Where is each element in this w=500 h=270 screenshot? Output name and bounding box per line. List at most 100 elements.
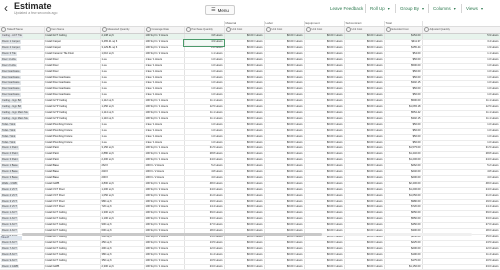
takeoff-name-chip: Ceiling - Gyp Bd — [1, 105, 22, 109]
table-row[interactable]: Room 1 GWB Install GWB 2,300 sq ft 100 Sq F… — [0, 264, 500, 270]
takeoff-name-chip: Toilet / Sink — [1, 122, 17, 127]
takeoff-name-chip: Room 2 Carpet — [1, 46, 21, 50]
takeoff-name-chip: Toilet / Sink — [1, 134, 17, 139]
takeoff-name-chip: Room 6 ACT — [1, 240, 18, 245]
column-type-icon — [345, 27, 351, 32]
column-header[interactable]: Item Name — [44, 26, 101, 35]
takeoff-name-chip: Room 3 ACT — [1, 223, 18, 227]
table-cell[interactable]: 23.0 Hours — [184, 264, 225, 270]
bottom-tab[interactable]: Takeoff — [0, 236, 22, 240]
takeoff-name-chip: Room 2 VCT — [1, 193, 18, 198]
table-cell[interactable]: $0.00 / Hours — [224, 264, 265, 270]
column-header[interactable]: Unit Cost — [264, 26, 305, 35]
column-header-label: Unit Cost — [311, 28, 323, 32]
leave-feedback-label: Leave Feedback — [330, 6, 364, 11]
takeoff-name-chip: Door Hardware — [1, 75, 21, 80]
takeoff-name-chip: Room 2 Paint — [1, 152, 19, 156]
takeoff-name-chip: Ceiling - Gyp Main Stu — [1, 116, 29, 121]
column-type-icon — [185, 27, 191, 32]
column-header[interactable]: Unit Cost — [224, 26, 265, 35]
takeoff-name-chip: Door Hardware — [1, 87, 21, 91]
columns-dropdown[interactable]: Columns ▾ — [428, 4, 460, 13]
column-header[interactable]: Measured Quantity — [100, 26, 145, 35]
views-dropdown[interactable]: Views ▾ — [461, 4, 487, 13]
table-cell[interactable]: 100 Sq Ft / 1 Hours — [144, 264, 185, 270]
takeoff-name-chip: Room 3 Paint — [1, 158, 19, 162]
column-type-icon — [423, 27, 429, 32]
takeoff-name-chip: Room 4 VCT — [1, 205, 18, 210]
column-type-icon — [145, 27, 151, 32]
chevron-left-icon[interactable]: ‹ — [4, 2, 8, 14]
table-cell[interactable]: $0.00 / Hours — [264, 264, 305, 270]
column-header-label: Coverage Rate — [151, 28, 169, 32]
takeoff-name-chip: Room 1 VCT — [1, 187, 18, 192]
table-cell[interactable]: Room 1 GWB — [0, 264, 45, 270]
takeoff-name-chip: Room 3 Base — [1, 175, 19, 180]
chevron-down-icon: ▾ — [480, 6, 483, 11]
takeoff-name-chip: Door Hardware — [1, 81, 21, 86]
column-type-icon — [385, 27, 391, 32]
column-header[interactable]: Adjusted Quantity — [422, 26, 500, 35]
menu-button[interactable]: ☰ Menu — [205, 5, 235, 15]
takeoff-name-chip: Room 1 Base — [1, 164, 19, 168]
menu-button-label: Menu — [217, 7, 229, 13]
column-type-icon — [1, 27, 6, 32]
top-bar: ‹ Estimate Updated a few seconds ago ☰ M… — [0, 0, 500, 22]
column-header[interactable]: Unit Cost — [304, 26, 345, 35]
group-by-dropdown[interactable]: Group By ▾ — [395, 4, 428, 13]
takeoff-name-chip: Ceiling - ACT Tile — [1, 34, 23, 38]
table-cell[interactable]: $1,150.00 — [384, 264, 423, 270]
takeoff-name-chip: Ceiling - Gyp Main Stu — [1, 110, 29, 115]
column-header-label: Unit Cost — [271, 28, 283, 32]
scrollbar-thumb[interactable] — [22, 233, 322, 236]
roll-up-label: Roll Up — [370, 6, 385, 11]
column-header-label: Takeoff Name — [7, 28, 23, 32]
horizontal-scrollbar[interactable] — [22, 233, 472, 236]
takeoff-name-chip: Room 9 ACT — [1, 258, 18, 263]
column-header-label: Unit Cost — [351, 28, 363, 32]
column-type-icon — [45, 27, 51, 32]
table-cell[interactable]: Install GWB — [44, 264, 101, 270]
column-header[interactable]: Purchase Quantity — [184, 26, 225, 35]
takeoff-name-chip: Room 4 ACT — [1, 229, 18, 233]
columns-label: Columns — [433, 6, 451, 11]
views-label: Views — [466, 6, 478, 11]
group-by-label: Group By — [400, 6, 420, 11]
column-type-icon — [225, 27, 231, 32]
column-header[interactable]: Unit Cost — [344, 26, 385, 35]
takeoff-name-chip: Door Hardware — [1, 93, 21, 97]
column-header-label: Unit Cost — [231, 28, 243, 32]
takeoff-name-chip: Door Hardware — [1, 69, 21, 74]
column-header-label: Extended Cost — [391, 28, 409, 32]
column-header[interactable]: Extended Cost — [384, 26, 423, 35]
takeoff-name-chip: Walls - GWB — [1, 181, 18, 186]
takeoff-name-chip: Toilet / Sink — [1, 128, 17, 133]
table-cell[interactable]: $0.00 / Hours — [304, 264, 345, 270]
roll-up-dropdown[interactable]: Roll Up ▾ — [365, 4, 394, 13]
column-header-label: Item Name — [51, 28, 65, 32]
takeoff-name-chip: Room 3 VCT — [1, 199, 18, 204]
column-header-label: Adjusted Quantity — [429, 28, 450, 32]
takeoff-name-chip: Room 1 GWB — [1, 264, 19, 269]
table-cell[interactable]: $0.00 / Hours — [344, 264, 385, 270]
column-header[interactable]: Takeoff Name — [0, 26, 45, 35]
column-header-label: Purchase Quantity — [191, 28, 213, 32]
table-cell[interactable]: 23.0 Hours — [422, 264, 500, 270]
takeoff-name-chip: Room 1 ACT — [1, 211, 18, 215]
column-header-label: Measured Quantity — [107, 28, 130, 32]
takeoff-name-chip: Ceiling - Gyp Bd — [1, 99, 22, 103]
chevron-down-icon: ▾ — [422, 6, 425, 11]
column-header[interactable]: Coverage Rate — [144, 26, 185, 35]
takeoff-name-chip: Room 7 ACT — [1, 246, 18, 251]
sliders-icon: ☰ — [211, 7, 216, 13]
takeoff-name-chip: Door 2 Hdw — [1, 63, 17, 68]
chevron-down-icon: ▾ — [387, 6, 390, 11]
leave-feedback-link[interactable]: Leave Feedback — [326, 4, 367, 13]
table-cell[interactable]: 2,300 sq ft — [100, 264, 145, 270]
chevron-down-icon: ▾ — [453, 6, 456, 11]
last-updated-text: Updated a few seconds ago — [14, 11, 58, 15]
takeoff-name-chip: Room 1 Carpet — [1, 40, 21, 44]
column-type-icon — [101, 27, 107, 32]
takeoff-name-chip: Room 8 ACT — [1, 252, 18, 257]
column-header-row: Takeoff Name Item Name Measured Quantity Co… — [0, 26, 500, 35]
